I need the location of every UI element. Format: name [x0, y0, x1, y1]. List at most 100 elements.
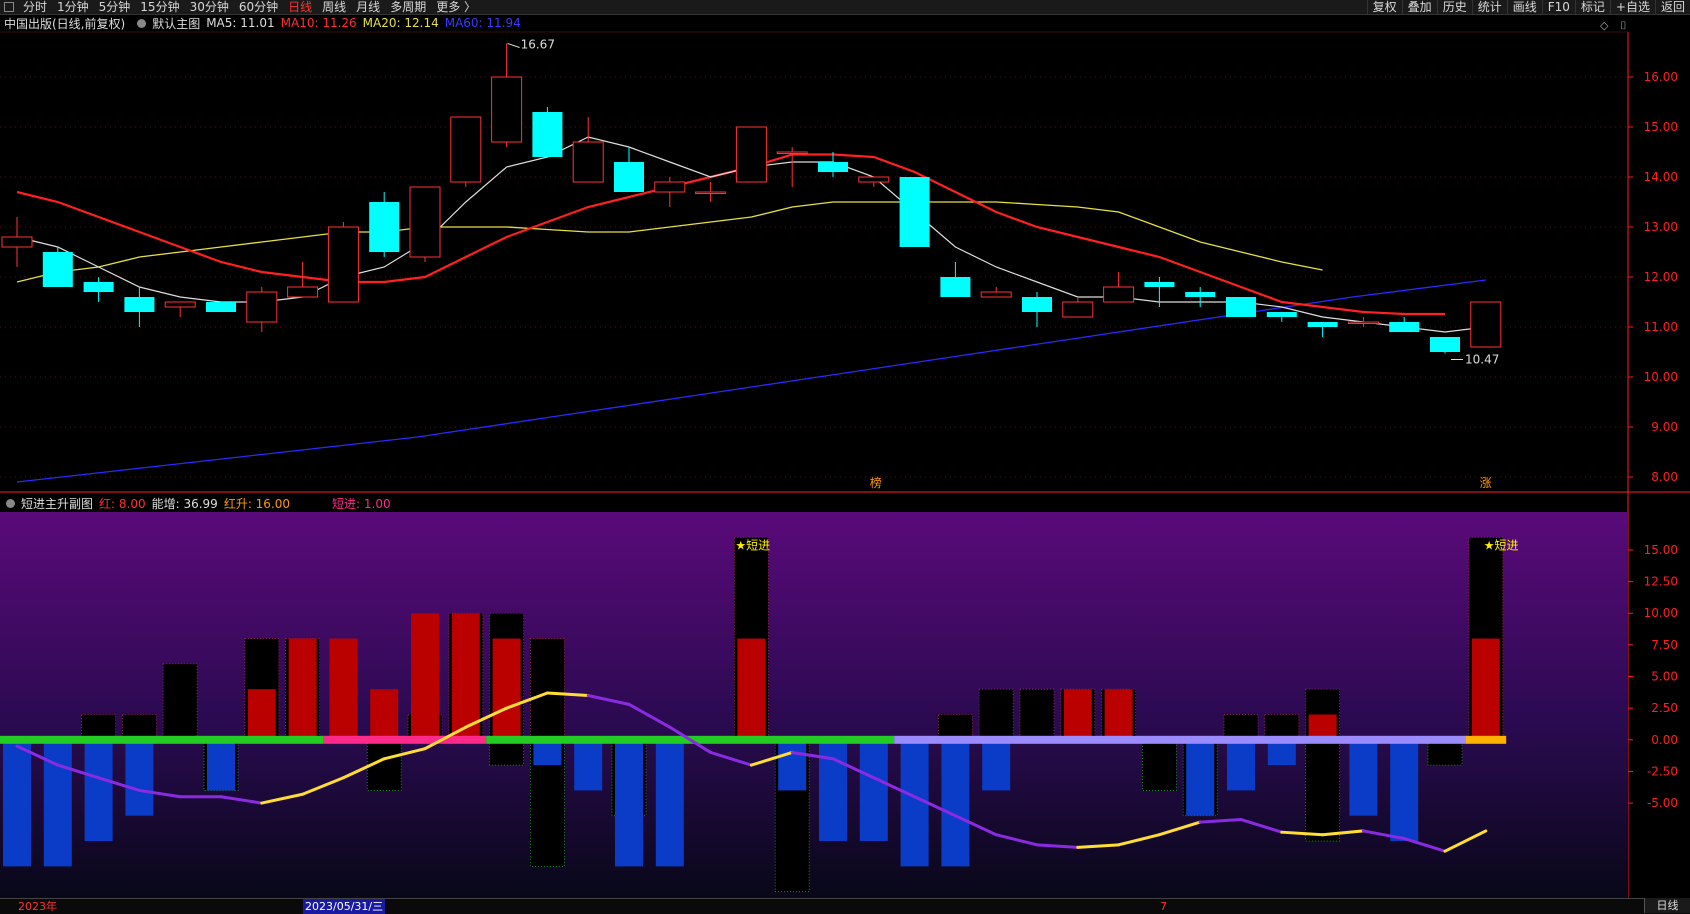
status-bar: 2023年 2023/05/31/三 7: [0, 898, 1690, 914]
high-price-arrow: [507, 43, 520, 48]
candle-body-down: [42, 252, 73, 287]
candle-body-up: [858, 176, 890, 183]
candle-body-down: [1430, 337, 1460, 352]
sub-panel-background: [0, 512, 1628, 898]
candle-body-up: [1347, 321, 1379, 324]
month-mark: 7: [1160, 900, 1167, 913]
candle-body-down: [899, 177, 930, 247]
cursor-date: 2023/05/31/三: [303, 899, 386, 914]
sub-blue-bar: [84, 739, 113, 842]
sub-red-bar: [247, 689, 276, 740]
candle-body-up: [327, 226, 359, 303]
sub-red-bar: [492, 638, 521, 740]
signal-label-2: ★短进: [1484, 538, 1519, 552]
candle-body-up: [980, 291, 1012, 298]
candle-body-down: [1144, 282, 1175, 287]
sub-blue-bar: [1186, 739, 1215, 816]
sub-blue-bar: [1390, 739, 1419, 842]
candle-body-up: [246, 291, 278, 323]
main-tick-label: 15.00: [1644, 120, 1678, 134]
sub-blue-bar: [778, 739, 807, 791]
sub-green-outline-bar: [1142, 739, 1177, 791]
main-tick-label: 12.00: [1644, 270, 1678, 284]
sub-blue-bar: [859, 739, 888, 842]
chart-canvas[interactable]: 16.00 15.00 14.00 13.00 12.00 11.00 10.00 9.00 8…: [0, 0, 1690, 913]
candle-body-up: [1, 236, 33, 248]
sub-red-bar: [737, 638, 766, 740]
sub-tick-label: 12.50: [1644, 575, 1678, 589]
sub-blue-bar: [3, 739, 31, 867]
zero-band-segment: [894, 735, 1466, 744]
candle-body-down: [1389, 322, 1420, 332]
sub-blue-bar: [982, 739, 1011, 791]
candle-body-down: [818, 162, 848, 172]
sub-red-bar: [329, 638, 358, 740]
candle-body-up: [409, 186, 441, 258]
high-price-label: 16.67: [521, 38, 555, 52]
candle-body-up: [572, 141, 604, 183]
candle-body-up: [1062, 301, 1094, 318]
sub-blue-bar: [819, 739, 847, 842]
sub-blue-bar: [655, 739, 684, 867]
candle-body-up: [164, 301, 196, 308]
sub-outline-bar: [1019, 688, 1055, 741]
sub-tick-label: 15.00: [1644, 543, 1678, 557]
zhang-marker: 涨: [1480, 475, 1492, 490]
sub-blue-bar: [125, 739, 154, 816]
sub-red-bar: [451, 613, 480, 740]
candle-body-up: [1470, 301, 1502, 348]
sub-outline-bar: [162, 663, 198, 741]
main-tick-label: 16.00: [1644, 70, 1678, 84]
sub-tick-label: 10.00: [1644, 606, 1678, 620]
sub-blue-bar: [207, 739, 235, 791]
zero-band-segment: [323, 735, 487, 744]
main-tick-label: 9.00: [1651, 420, 1678, 434]
sub-blue-bar: [900, 739, 929, 867]
sub-tick-label: 5.00: [1651, 670, 1678, 684]
candle-body-up: [695, 191, 727, 194]
ma60-line: [16, 279, 1486, 483]
zero-band-segment: [1465, 735, 1507, 744]
zero-band-segment: [0, 735, 323, 744]
sub-tick-label: 0.00: [1651, 733, 1678, 747]
candle-body-down: [369, 202, 400, 252]
candle-body-down: [614, 162, 644, 192]
candle-body-down: [83, 282, 114, 292]
candle-body-down: [1266, 312, 1297, 317]
candle-body-down: [206, 302, 236, 312]
sub-tick-label: 2.50: [1651, 701, 1678, 715]
sub-blue-bar: [1227, 739, 1255, 791]
period-button[interactable]: 日线: [1644, 898, 1690, 913]
candle-body-up: [491, 76, 523, 143]
candle-body-down: [940, 277, 971, 297]
sub-outline-bar: [978, 688, 1014, 741]
sub-red-bar: [1104, 689, 1133, 740]
sub-blue-bar: [1349, 739, 1378, 816]
main-tick-label: 10.00: [1644, 370, 1678, 384]
sub-red-bar: [1471, 638, 1500, 740]
sub-tick-label: -2.50: [1647, 764, 1678, 778]
sub-red-bar: [1063, 689, 1092, 740]
candle-body-up: [1103, 286, 1135, 303]
sub-outline-bar: [530, 638, 565, 741]
candle-body-down: [124, 297, 155, 312]
candle-body-up: [735, 126, 767, 183]
candle-body-down: [1185, 292, 1216, 297]
candle-body-down: [1307, 322, 1338, 327]
main-tick-label: 8.00: [1651, 470, 1678, 484]
main-tick-label: 13.00: [1644, 220, 1678, 234]
signal-label-1: ★短进: [735, 538, 770, 552]
sub-blue-bar: [574, 739, 603, 791]
candle-body-up: [776, 151, 808, 154]
sub-blue-bar: [615, 739, 643, 867]
sub-blue-bar: [43, 739, 72, 867]
sub-red-bar: [411, 613, 439, 740]
candle-body-down: [1226, 297, 1256, 317]
sub-red-bar: [288, 638, 317, 740]
sub-red-bar: [370, 689, 399, 740]
sub-tick-label: -5.00: [1647, 796, 1678, 810]
main-tick-label: 14.00: [1644, 170, 1678, 184]
main-tick-label: 11.00: [1644, 320, 1678, 334]
candle-body-up: [654, 181, 686, 193]
candle-body-up: [450, 116, 482, 183]
